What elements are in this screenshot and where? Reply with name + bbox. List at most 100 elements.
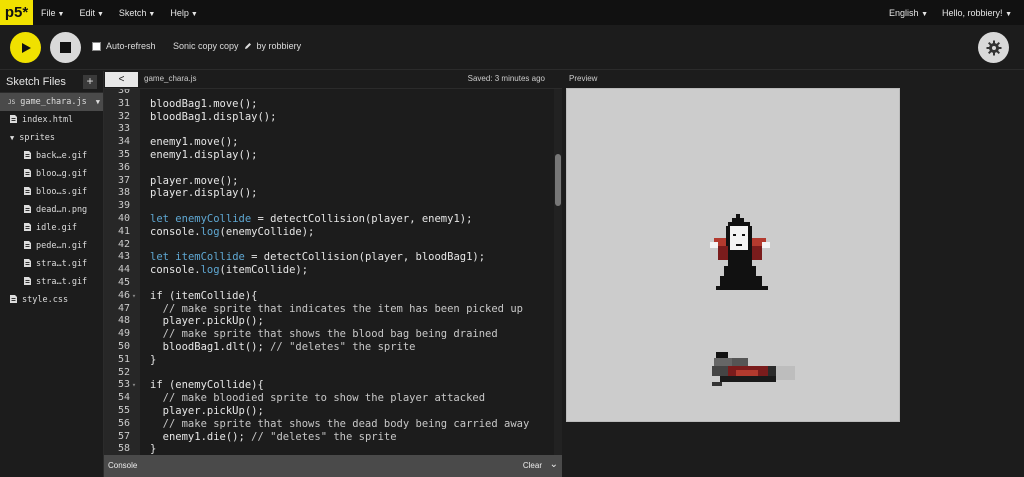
file-item[interactable]: idle.gif xyxy=(0,219,103,237)
code-line: 42 xyxy=(104,239,529,252)
line-number: 50 xyxy=(117,340,130,352)
menu-help[interactable]: Help ▼ xyxy=(170,8,206,18)
line-number: 40 xyxy=(117,212,130,224)
autorefresh-checkbox[interactable] xyxy=(92,41,101,51)
add-file-button[interactable]: + xyxy=(83,74,97,89)
line-number: 41 xyxy=(117,225,130,237)
settings-button[interactable] xyxy=(978,32,1009,63)
file-icon xyxy=(24,150,31,162)
file-options-icon[interactable]: ▼ xyxy=(96,98,100,106)
code-line: 35 enemy1.display(); xyxy=(104,149,529,162)
code-line: 45 xyxy=(104,277,529,290)
collapse-sidebar-button[interactable]: < xyxy=(105,72,138,87)
file-icon xyxy=(10,294,17,306)
code-text: enemy1.die(); // "deletes" the sprite xyxy=(150,430,397,443)
code-line: 40 let enemyCollide = detectCollision(pla… xyxy=(104,213,529,226)
console-clear-button[interactable]: Clear xyxy=(523,461,542,470)
chevron-down-icon[interactable]: ⌄ xyxy=(550,459,558,470)
code-text: player.display(); xyxy=(150,187,258,200)
file-name: back…e.gif xyxy=(36,151,88,161)
line-number: 48 xyxy=(117,315,130,327)
file-item[interactable]: dead…n.png xyxy=(0,201,103,219)
fold-arrow-icon[interactable]: ▾ xyxy=(130,290,138,303)
code-line: 48 player.pickUp(); xyxy=(104,315,529,328)
line-number: 52 xyxy=(117,366,130,378)
sketch-files-sidebar: Sketch Files + JS game_chara.js ▼ index.htm… xyxy=(0,71,104,477)
file-item[interactable]: bloo…s.gif xyxy=(0,183,103,201)
stop-button[interactable] xyxy=(50,32,81,63)
code-text: // make sprite that shows the blood bag … xyxy=(150,328,498,341)
file-name: stra…t.gif xyxy=(36,259,88,269)
file-name: style.css xyxy=(22,295,69,305)
line-number: 57 xyxy=(117,430,130,442)
file-name: idle.gif xyxy=(36,223,77,233)
line-number: 56 xyxy=(117,417,130,429)
menu-sketch[interactable]: Sketch ▼ xyxy=(119,8,164,18)
sidebar-title: Sketch Files xyxy=(6,75,66,88)
user-menu[interactable]: Hello, robbiery! ▼ xyxy=(942,8,1012,18)
code-text: enemy1.display(); xyxy=(150,148,258,161)
play-button[interactable] xyxy=(10,32,41,63)
preview-canvas[interactable] xyxy=(566,88,900,422)
toolbar: Auto-refresh Sonic copy copy by robbiery xyxy=(0,25,1024,70)
line-number: 34 xyxy=(117,136,130,148)
file-item[interactable]: JS game_chara.js ▼ xyxy=(0,93,103,111)
file-name: pede…n.gif xyxy=(36,241,88,251)
file-item[interactable]: style.css xyxy=(0,291,103,309)
js-file-icon: JS xyxy=(8,98,16,106)
file-name: stra…t.gif xyxy=(36,277,88,287)
line-number: 33 xyxy=(117,123,130,135)
saved-status: Saved: 3 minutes ago xyxy=(467,74,545,83)
top-nav: p5* File ▼ Edit ▼ Sketch ▼ Help ▼ English ▼ … xyxy=(0,0,1024,25)
code-line: 55 player.pickUp(); xyxy=(104,405,529,418)
sketch-title[interactable]: Sonic copy copy xyxy=(173,41,239,51)
menu-edit[interactable]: Edit ▼ xyxy=(79,8,112,18)
file-item[interactable]: stra…t.gif xyxy=(0,255,103,273)
code-text: enemy1.move(); xyxy=(150,136,239,149)
file-item[interactable]: stra…t.gif xyxy=(0,273,103,291)
line-number: 46 xyxy=(117,289,130,301)
menu-file[interactable]: File ▼ xyxy=(41,8,73,18)
line-number: 31 xyxy=(117,97,130,109)
code-lines: 30 31 bloodBag1.move(); 32 bloodBag1.display… xyxy=(104,89,529,455)
file-item[interactable]: pede…n.gif xyxy=(0,237,103,255)
stop-icon xyxy=(60,42,71,53)
code-text: } xyxy=(150,353,157,366)
folder-item[interactable]: ▼ sprites xyxy=(0,129,103,147)
code-editor[interactable]: 30 31 bloodBag1.move(); 32 bloodBag1.display… xyxy=(104,88,562,455)
pencil-icon[interactable] xyxy=(244,42,252,50)
line-number: 55 xyxy=(117,404,130,416)
file-icon xyxy=(24,204,31,216)
scroll-thumb[interactable] xyxy=(555,154,561,206)
file-name: dead…n.png xyxy=(36,205,88,215)
code-line: 56 // make sprite that shows the dead bo… xyxy=(104,418,529,431)
play-icon xyxy=(21,42,31,53)
line-number: 51 xyxy=(117,353,130,365)
file-item[interactable]: index.html xyxy=(0,111,103,129)
code-text: player.pickUp(); xyxy=(150,404,264,417)
code-line: 33 xyxy=(104,123,529,136)
file-icon xyxy=(24,186,31,198)
line-number: 54 xyxy=(117,392,130,404)
file-item[interactable]: bloo…g.gif xyxy=(0,165,103,183)
code-line: 31 bloodBag1.move(); xyxy=(104,98,529,111)
sidebar-header: Sketch Files + xyxy=(0,71,103,93)
code-line: 46 ▾ if (itemCollide){ xyxy=(104,290,529,303)
file-item[interactable]: back…e.gif xyxy=(0,147,103,165)
autorefresh-toggle[interactable]: Auto-refresh xyxy=(92,41,156,51)
code-text: // make bloodied sprite to show the play… xyxy=(150,392,486,405)
editor-scrollbar[interactable] xyxy=(554,89,562,455)
p5-logo[interactable]: p5* xyxy=(0,0,33,25)
fold-arrow-icon[interactable]: ▾ xyxy=(130,379,138,392)
language-select[interactable]: English ▼ xyxy=(889,8,928,18)
